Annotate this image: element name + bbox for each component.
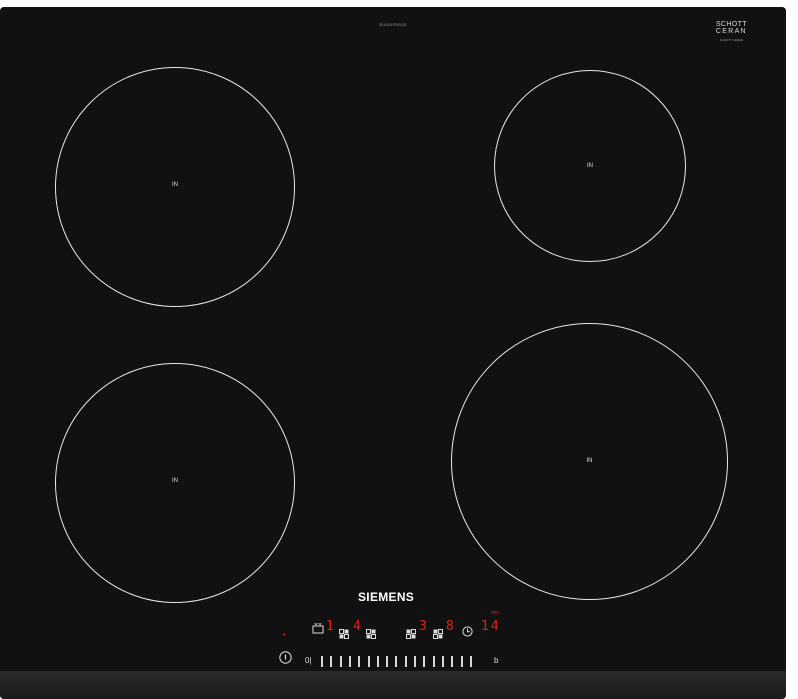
cooking-zone-rear-left[interactable]: IN <box>55 363 295 603</box>
slider-tick[interactable] <box>404 656 407 667</box>
slider-tick[interactable] <box>321 656 323 667</box>
brand-logo: SIEMENS <box>358 590 415 604</box>
zone-label: IN <box>172 182 178 188</box>
cooking-zone-back-right[interactable]: IN <box>494 70 686 262</box>
schott-ceran-logo: SCHOTT CERAN SCHOTT CERAN <box>716 21 747 42</box>
slider-tick[interactable] <box>339 656 342 667</box>
slider-tick[interactable] <box>376 656 379 667</box>
cooktop-frame-edge <box>0 671 786 699</box>
slider-tick[interactable] <box>348 656 351 667</box>
slider-tick[interactable] <box>330 656 333 667</box>
slider-tick[interactable] <box>469 656 472 667</box>
slider-min-label: 0| <box>305 656 312 665</box>
zone-select-icon[interactable] <box>433 626 443 644</box>
zone-select-icon[interactable] <box>406 626 416 644</box>
zone-display-4: 8 <box>446 619 454 634</box>
power-icon[interactable] <box>279 651 292 669</box>
cooktop-glass: EU631FEB1E SCHOTT CERAN SCHOTT CERAN IN … <box>0 7 786 699</box>
timer-clock-icon[interactable] <box>462 624 473 642</box>
slider-tick[interactable] <box>432 656 435 667</box>
zone-select-icon[interactable] <box>366 626 376 644</box>
slider-max-label: b <box>494 656 499 665</box>
zone-display-2: 4 <box>353 619 361 634</box>
cooking-zone-front-left[interactable]: IN <box>55 67 295 307</box>
timer-unit: min <box>491 610 500 616</box>
slider-tick[interactable] <box>414 656 416 667</box>
zone-label: IN <box>586 458 593 464</box>
slider-tick[interactable] <box>395 656 398 667</box>
power-indicator-dot: • <box>283 630 286 639</box>
cooking-zone-front-right[interactable]: IN <box>451 323 728 600</box>
slider-tick[interactable] <box>386 656 389 667</box>
zone-label: IN <box>587 163 593 169</box>
schott-line3: SCHOTT CERAN <box>719 38 744 42</box>
zone-select-icon[interactable] <box>339 626 349 644</box>
slider-tick[interactable] <box>441 656 444 667</box>
timer-display: 14 <box>481 619 501 634</box>
slider-tick[interactable] <box>358 656 361 667</box>
pot-icon[interactable] <box>311 621 325 640</box>
zone-display-1: 1 <box>326 619 334 634</box>
zone-display-3: 3 <box>419 619 427 634</box>
slider-tick[interactable] <box>451 656 454 667</box>
slider-tick[interactable] <box>460 656 463 667</box>
model-code: EU631FEB1E <box>379 22 407 27</box>
schott-line2: CERAN <box>715 28 747 35</box>
schott-line1: SCHOTT <box>715 21 747 28</box>
slider-tick[interactable] <box>367 656 370 667</box>
zone-label: IN <box>172 478 178 484</box>
slider-tick[interactable] <box>423 656 426 667</box>
